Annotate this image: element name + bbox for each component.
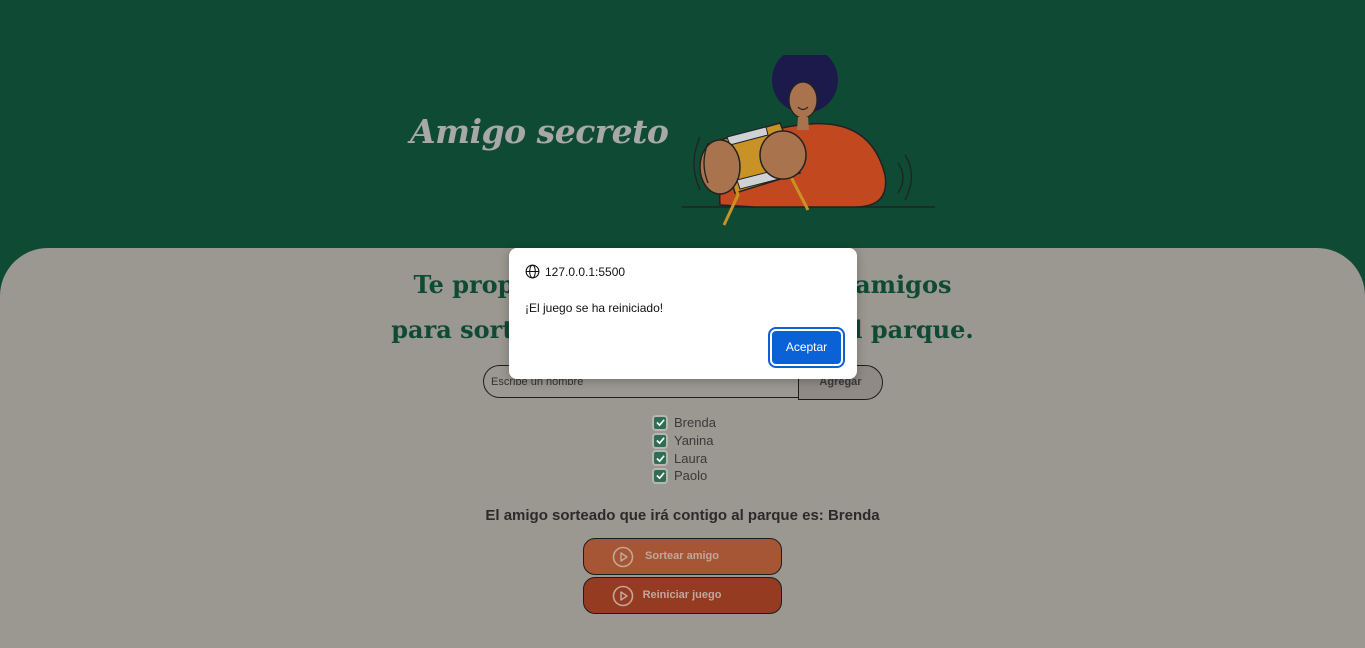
check-icon[interactable] bbox=[654, 434, 666, 447]
alert-dialog: 127.0.0.1:5500 ¡El juego se ha reiniciad… bbox=[509, 248, 857, 379]
friend-name: Laura bbox=[674, 450, 708, 466]
draw-friend-label: Sortear amigo bbox=[645, 550, 719, 562]
list-item: Laura bbox=[654, 449, 716, 467]
globe-icon bbox=[525, 264, 540, 279]
friend-name: Yanina bbox=[674, 433, 714, 449]
dialog-message: ¡El juego se ha reiniciado! bbox=[525, 301, 664, 315]
list-item: Yanina bbox=[654, 432, 716, 450]
dialog-origin-row: 127.0.0.1:5500 bbox=[525, 264, 625, 279]
check-icon[interactable] bbox=[654, 469, 666, 482]
result-text: El amigo sorteado que irá contigo al par… bbox=[485, 507, 880, 524]
subtitle-line-2-end: l parque. bbox=[853, 315, 974, 344]
header: Amigo secreto bbox=[0, 0, 1365, 250]
list-item: Brenda bbox=[654, 414, 716, 432]
friend-name: Paolo bbox=[674, 468, 708, 484]
draw-friend-button[interactable]: Sortear amigo bbox=[583, 538, 782, 575]
list-item: Paolo bbox=[654, 467, 716, 485]
reset-game-button[interactable]: Reiniciar juego bbox=[583, 577, 782, 614]
check-icon[interactable] bbox=[654, 416, 666, 429]
gift-illustration bbox=[682, 55, 935, 226]
accept-button[interactable]: Aceptar bbox=[770, 329, 843, 366]
page-title: Amigo secreto bbox=[410, 112, 669, 151]
dialog-origin: 127.0.0.1:5500 bbox=[545, 264, 626, 279]
check-icon[interactable] bbox=[654, 452, 666, 465]
friend-name: Brenda bbox=[674, 415, 716, 431]
friend-list: Brenda Yanina Laura Paolo bbox=[654, 414, 716, 485]
subtitle-line-2-start: para sort bbox=[391, 315, 514, 344]
reset-game-label: Reiniciar juego bbox=[642, 589, 722, 601]
